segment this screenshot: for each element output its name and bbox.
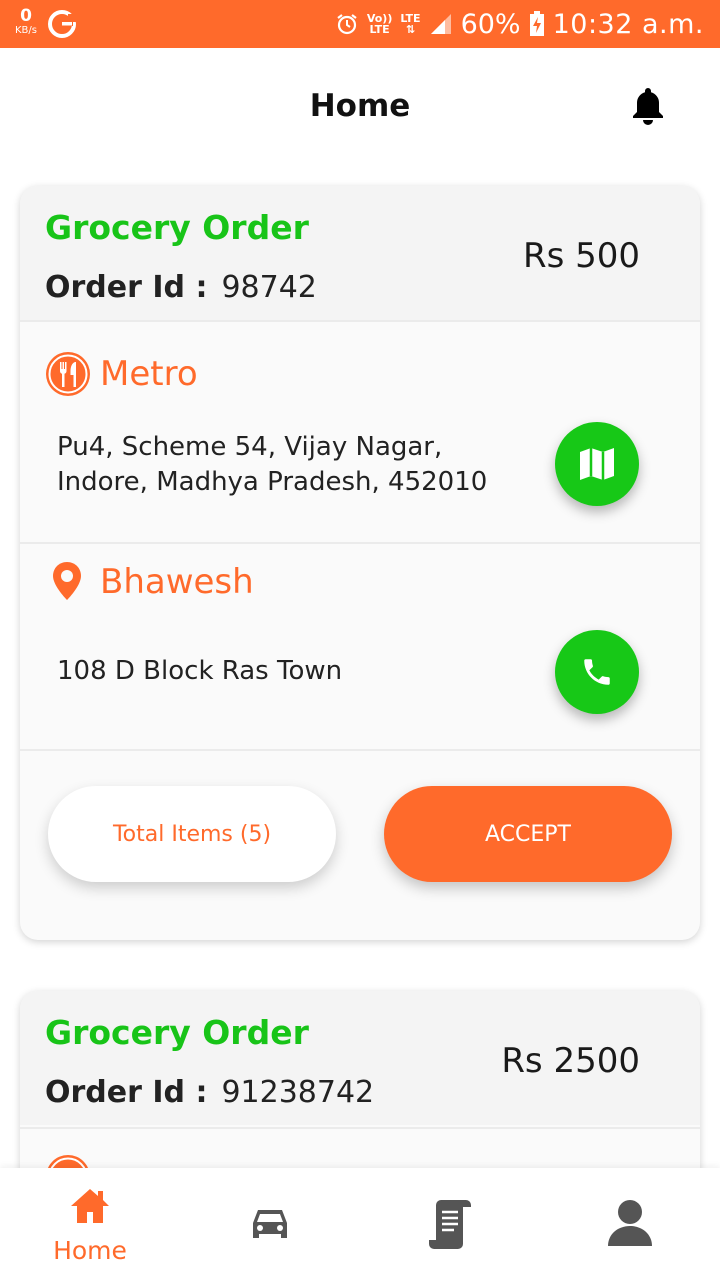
status-bar: 0 KB/s Vo)) LTE LTE ⇅ 60% 10:32 a.m. xyxy=(0,0,720,48)
battery-percent: 60% xyxy=(460,8,521,40)
order-id-label: Order Id : xyxy=(45,270,208,305)
bottom-navigation: Home xyxy=(0,1168,720,1280)
home-icon xyxy=(71,1189,109,1223)
accept-button[interactable]: ACCEPT xyxy=(384,786,672,882)
clock: 10:32 a.m. xyxy=(552,8,704,40)
volte-bottom-label: LTE xyxy=(369,23,390,36)
lte-indicator: LTE ⇅ xyxy=(400,13,420,35)
customer-name: Bhawesh xyxy=(100,562,254,602)
order-card-header: Grocery Order Order Id : 91238742 Rs 2500 xyxy=(20,991,700,1125)
app-header: Home xyxy=(0,48,720,164)
location-pin-icon xyxy=(53,562,81,600)
divider xyxy=(20,749,700,751)
volte-indicator: Vo)) LTE xyxy=(367,13,393,35)
receipt-icon xyxy=(429,1200,471,1249)
profile-icon xyxy=(608,1200,652,1246)
divider xyxy=(20,1127,700,1129)
order-id-value: 91238742 xyxy=(221,1075,375,1110)
nav-home[interactable]: Home xyxy=(30,1168,150,1280)
order-id-value: 98742 xyxy=(221,270,317,305)
map-button[interactable] xyxy=(555,422,639,506)
store-address: Pu4, Scheme 54, Vijay Nagar, Indore, Mad… xyxy=(57,432,488,497)
nav-rides[interactable] xyxy=(210,1168,330,1280)
order-id: Order Id : 91238742 xyxy=(45,1075,374,1110)
order-price: Rs 500 xyxy=(522,236,640,276)
order-card-header: Grocery Order Order Id : 98742 Rs 500 xyxy=(20,186,700,320)
map-icon xyxy=(580,448,614,480)
restaurant-icon xyxy=(46,352,90,396)
page-title: Home xyxy=(309,88,411,124)
order-price: Rs 2500 xyxy=(501,1041,640,1081)
order-card[interactable]: Grocery Order Order Id : 98742 Rs 500 Met… xyxy=(20,186,700,940)
order-type: Grocery Order xyxy=(45,1013,309,1052)
car-icon xyxy=(253,1210,287,1238)
battery-icon xyxy=(529,11,544,36)
order-id: Order Id : 98742 xyxy=(45,270,317,305)
divider xyxy=(20,542,700,544)
nav-profile[interactable] xyxy=(570,1168,690,1280)
order-type: Grocery Order xyxy=(45,208,309,247)
nav-home-label: Home xyxy=(53,1236,127,1265)
total-items-button[interactable]: Total Items (5) xyxy=(48,786,336,882)
network-speed-unit: KB/s xyxy=(15,25,37,36)
store-name: Metro xyxy=(100,354,198,394)
phone-icon xyxy=(584,659,610,685)
network-speed-value: 0 xyxy=(20,6,32,26)
signal-icon xyxy=(430,14,451,34)
alarm-icon xyxy=(337,14,357,35)
call-button[interactable] xyxy=(555,630,639,714)
bell-icon[interactable] xyxy=(628,84,668,126)
lte-arrows-icon: ⇅ xyxy=(405,23,416,36)
google-icon xyxy=(48,10,76,38)
status-icons: Vo)) LTE LTE ⇅ 60% 10:32 a.m. xyxy=(335,0,704,48)
order-id-label: Order Id : xyxy=(45,1075,208,1110)
nav-orders[interactable] xyxy=(390,1168,510,1280)
network-speed: 0 KB/s xyxy=(10,8,42,36)
customer-address: 108 D Block Ras Town xyxy=(57,656,343,686)
divider xyxy=(20,320,700,322)
